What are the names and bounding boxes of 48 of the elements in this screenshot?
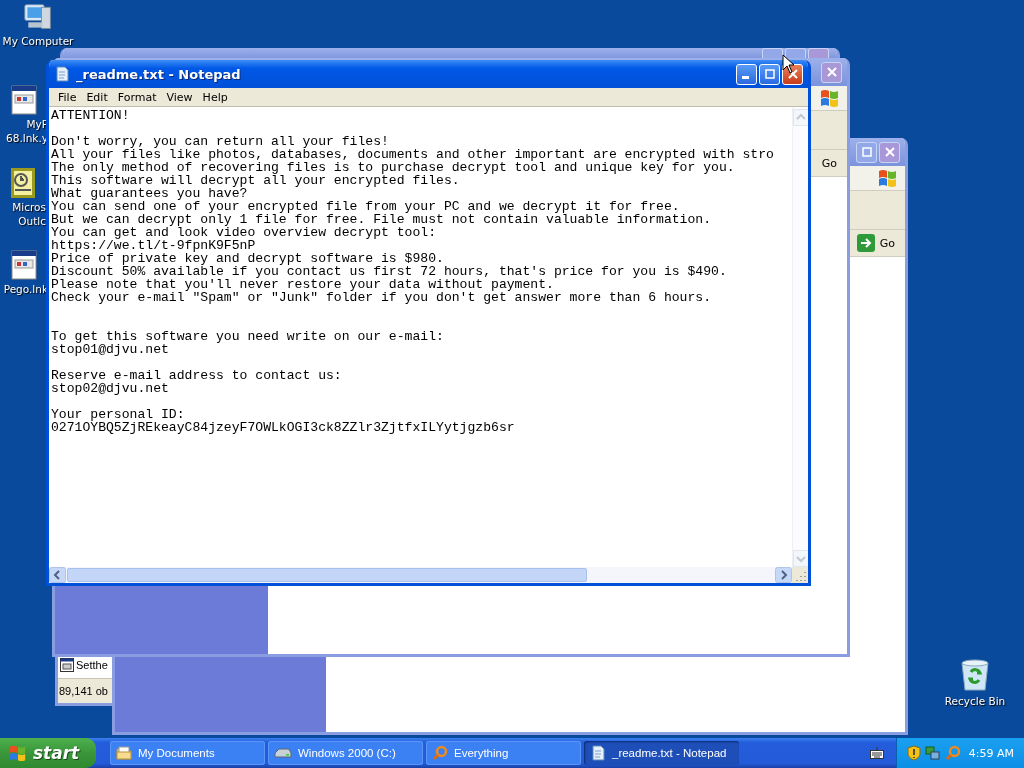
scroll-up-icon[interactable] xyxy=(793,109,808,126)
shortcut-icon[interactable] xyxy=(11,85,37,115)
menu-item[interactable]: View xyxy=(161,90,198,104)
close-icon xyxy=(787,69,798,79)
menu-item[interactable]: Edit xyxy=(81,90,113,104)
maximize-icon xyxy=(764,69,775,79)
maximize-icon xyxy=(861,147,872,157)
windows-logo-icon xyxy=(877,168,899,188)
windows-logo-icon xyxy=(819,88,841,108)
menu-item[interactable]: File xyxy=(53,90,82,104)
windows-logo-icon xyxy=(8,744,28,762)
taskbar-button[interactable]: _readme.txt - Notepad xyxy=(584,741,739,765)
search-icon[interactable] xyxy=(945,745,961,761)
icon-label[interactable]: Recycle Bin xyxy=(944,694,1006,708)
cursor-icon xyxy=(782,54,795,74)
taskbar-button[interactable]: My Documents xyxy=(110,741,265,765)
icon-label[interactable]: Pego.lnk xyxy=(3,282,48,296)
resize-grip-icon[interactable] xyxy=(792,567,808,583)
notepad-icon xyxy=(54,66,70,82)
arrow-right-icon xyxy=(856,234,875,252)
close-icon xyxy=(884,147,895,157)
scroll-thumb[interactable] xyxy=(67,568,587,582)
drive-icon xyxy=(274,747,292,759)
window-title: _readme.txt - Notepad xyxy=(76,66,241,82)
minimize-icon xyxy=(741,76,749,79)
shield-icon[interactable] xyxy=(907,745,921,761)
horizontal-scrollbar[interactable] xyxy=(49,567,792,583)
folder-icon xyxy=(116,745,132,761)
search-icon xyxy=(432,745,448,761)
shortcut-icon[interactable] xyxy=(11,250,37,280)
status-text: 89,141 ob xyxy=(59,685,108,697)
taskbar-button[interactable]: Everything xyxy=(426,741,581,765)
recycle-bin-icon[interactable] xyxy=(959,658,991,692)
notepad-icon xyxy=(590,745,606,761)
vertical-scrollbar[interactable] xyxy=(792,107,808,567)
menu-item[interactable]: Format xyxy=(112,90,162,104)
document-text: ATTENTION! Don't worry, you can return all your files! All your files like photos, databases, documents and other important are encrypted with stro The only method of recovering files is to purchase decrypt tool and unique key for you. This software will decrypt all your encrypted files. What guarantees you have? You can send one of your encrypted file from your PC and we decrypt it for free. But we can decrypt only 1 file for free. File must not contain valuable information. You can get and look video overview decrypt tool: https://we.tl/t-9fpnK9F5nP Price of private key and decrypt software is $980. Discount 50% available if you contact us first 72 hours, that's price for you is $490. Please note that you'll never restore your data without payment. Check your e-mail "Spam" or "Junk" folder if you don't get answer more than 6 hours. To get this software you need write on our e-mail: stop01@djvu.net Reserve e-mail address to contact us: stop02@djvu.net Your personal ID: 0271OYBQ5ZjREkeayC84jzeyF7OWLkOGI3ck8ZZlr3ZjtfxILYytjgzb6sr xyxy=(51,109,775,434)
network-icon[interactable] xyxy=(925,745,941,761)
start-button[interactable]: start xyxy=(0,738,96,768)
icon-label[interactable]: Micros Outlc xyxy=(12,200,46,228)
scroll-left-icon[interactable] xyxy=(49,567,66,583)
close-icon xyxy=(826,67,837,77)
icon-label[interactable]: My Computer xyxy=(2,34,74,48)
menu-item[interactable]: Help xyxy=(197,90,233,104)
keyboard-icon[interactable] xyxy=(870,747,884,759)
scroll-right-icon[interactable] xyxy=(775,567,792,583)
clock-icon[interactable] xyxy=(11,168,35,198)
taskbar-button[interactable]: Windows 2000 (C:) xyxy=(268,741,423,765)
